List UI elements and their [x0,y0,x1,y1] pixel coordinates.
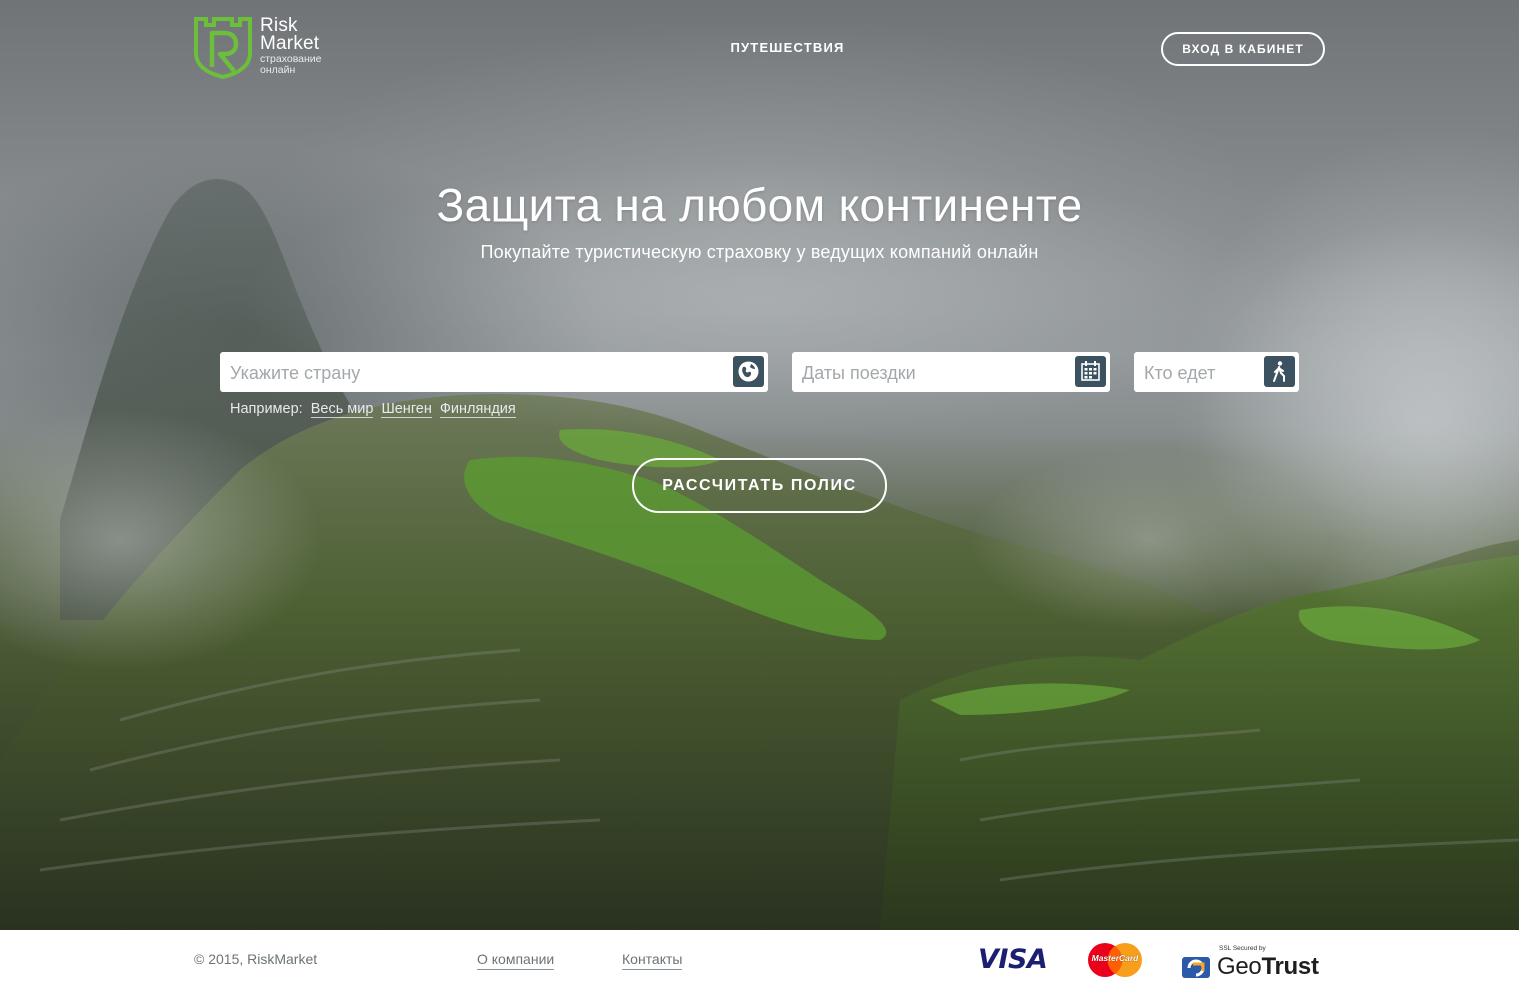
geotrust-swirl-icon [1182,957,1210,978]
geotrust-name-bold: Trust [1261,953,1319,980]
logo-tagline-line2: онлайн [260,64,296,76]
copyright-text: © 2015, RiskMarket [194,951,318,967]
nav-travel-link[interactable]: ПУТЕШЕСТВИЯ [700,40,875,55]
examples-label: Например: [230,401,303,417]
example-link-worldwide[interactable]: Весь мир [310,401,374,418]
login-button[interactable]: ВХОД В КАБИНЕТ [1161,32,1325,66]
travelers-placeholder: Кто едет [1144,363,1216,383]
geotrust-name: GeoTrust [1217,953,1319,981]
calculate-policy-button[interactable]: РАССЧИТАТЬ ПОЛИС [632,458,887,513]
example-link-finland[interactable]: Финляндия [439,401,516,418]
logo-tagline-line1: страхование [260,53,322,65]
page-subtitle: Покупайте туристическую страховку у веду… [480,242,1039,262]
geotrust-name-light: Geo [1217,953,1262,980]
globe-icon[interactable] [733,356,764,387]
ssl-secured-text: SSL Secured by [1219,945,1266,952]
geotrust-ssl-badge: SSL Secured by GeoTrust [1181,945,1321,981]
riskmarket-logo[interactable]: Risk Market страхование онлайн [194,16,354,79]
country-input-placeholder: Укажите страну [230,363,361,383]
logo-name-line2: Market [260,33,320,54]
footer: © 2015, RiskMarket О компании Контакты V… [0,930,1519,990]
visa-logo-text: VISA [978,944,1048,975]
footer-link-about[interactable]: О компании [477,951,555,970]
country-examples: Например: Весь мир Шенген Финляндия [230,401,516,418]
walking-person-icon[interactable] [1264,356,1295,387]
trip-dates-input[interactable]: Даты поездки [792,352,1110,392]
travelers-input[interactable]: Кто едет [1134,352,1299,392]
example-link-schengen[interactable]: Шенген [381,401,432,418]
calendar-icon[interactable] [1075,356,1106,387]
logo-text: Risk Market страхование онлайн [260,16,322,76]
visa-logo: VISA [978,944,1048,975]
trip-dates-placeholder: Даты поездки [802,363,916,383]
shield-logo-icon [194,17,252,79]
mastercard-logo: MasterCard [1085,941,1145,979]
page-title: Защита на любом континенте [436,179,1083,231]
mastercard-logo-text: MasterCard [1091,953,1139,963]
footer-link-contacts[interactable]: Контакты [622,951,683,970]
country-input[interactable]: Укажите страну [220,352,768,392]
